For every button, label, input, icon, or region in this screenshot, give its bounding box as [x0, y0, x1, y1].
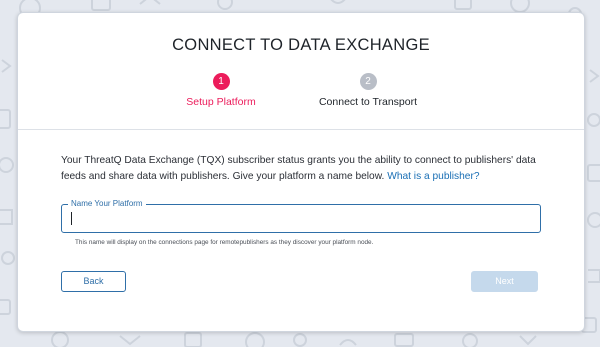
step-number-badge: 1 [212, 73, 230, 90]
back-button[interactable]: Back [61, 271, 126, 292]
platform-name-helper: This name will display on the connection… [75, 239, 374, 246]
modal-title: CONNECT TO DATA EXCHANGE [172, 36, 430, 54]
step-label: Setup Platform [186, 96, 256, 108]
description-text: Your ThreatQ Data Exchange (TQX) subscri… [61, 153, 551, 185]
text-caret [71, 212, 72, 225]
platform-name-label: Name Your Platform [68, 199, 146, 209]
step-number-badge: 2 [359, 73, 377, 90]
next-button[interactable]: Next [471, 271, 538, 292]
divider [18, 129, 584, 130]
what-is-publisher-link[interactable]: What is a publisher? [387, 171, 479, 182]
step-connect-transport: 2 Connect to Transport [313, 73, 423, 108]
platform-name-field[interactable]: Name Your Platform [61, 199, 541, 233]
connect-modal: CONNECT TO DATA EXCHANGE 1 Setup Platfor… [17, 12, 585, 332]
step-setup-platform: 1 Setup Platform [181, 73, 261, 108]
step-label: Connect to Transport [318, 96, 418, 108]
platform-name-input[interactable] [70, 209, 530, 227]
